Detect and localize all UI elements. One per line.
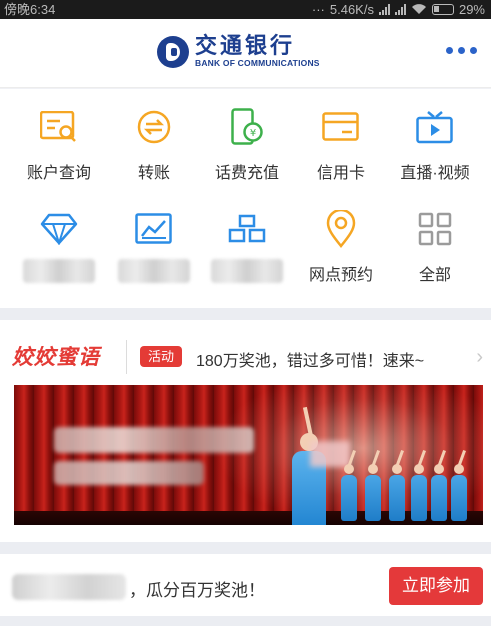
status-bar: 傍晚6:34 ··· 5.46K/s 29% [0,0,491,19]
svg-text:¥: ¥ [250,128,256,139]
more-dots-icon[interactable] [446,47,477,54]
grid-item-branch-booking[interactable]: 网点预约 [292,195,390,295]
activity-title: 姣姣蜜语 [12,346,100,369]
blurred-label [23,259,95,283]
location-pin-icon [321,209,361,249]
credit-card-icon [321,107,361,147]
blurred-label [118,259,190,283]
blurred-promo-text [12,574,126,600]
transfer-icon [134,107,174,147]
dancer [428,450,450,521]
promo-text: ，瓜分百万奖池！ [129,581,265,600]
grid-item-all[interactable]: 全部 [386,195,484,295]
signal-icon-2 [394,4,406,15]
live-video-icon [415,107,455,147]
activity-section: 姣姣蜜语 活动 180万奖池，错过多可惜！速来~ › [0,320,491,542]
grid-item-label: 全部 [418,267,451,284]
grid-item-transfer[interactable]: 转账 [105,93,203,193]
bank-logo-text: 交通银行 BANK OF COMMUNICATIONS [195,33,320,69]
grid-item-label: 账户查询 [26,165,91,182]
grid-item-label: 网点预约 [308,267,373,284]
gold-bars-icon [227,209,267,249]
wifi-icon [411,4,426,15]
lead-dancer [286,406,332,525]
battery-percent: 29% [458,2,485,17]
dancer [338,450,360,521]
activity-banner[interactable] [14,385,483,525]
dancer [408,450,430,521]
activity-headline[interactable]: 180万奖池，错过多可惜！速来~ [196,347,424,371]
diamond-icon [39,209,79,249]
grid-item-diamond[interactable] [10,195,108,295]
grid-item-label: 信用卡 [316,165,365,182]
all-grid-icon [415,209,455,249]
dots-indicator: ··· [311,2,325,17]
grid-item-label: 话费充值 [214,165,279,182]
grid-item-account-query[interactable]: 账户查询 [10,93,108,193]
blurred-banner-text [54,427,254,453]
blurred-label [211,259,283,283]
grid-item-label: 转账 [137,165,170,182]
header: 交通银行 BANK OF COMMUNICATIONS [0,19,491,88]
grid-item-phone-recharge[interactable]: ¥ 话费充值 [198,93,296,193]
join-now-button[interactable]: 立即参加 [389,567,483,605]
bank-logo-icon [157,35,189,68]
signal-icon [378,4,390,15]
blurred-banner-text-2 [54,461,204,485]
bank-logo: 交通银行 BANK OF COMMUNICATIONS [157,35,320,68]
status-time: 傍晚6:34 [4,2,56,17]
chart-icon [134,209,174,249]
network-speed: 5.46K/s [329,2,374,17]
section-divider [0,308,491,320]
dancer [448,450,470,521]
grid-item-chart[interactable] [105,195,203,295]
grid-item-live-video[interactable]: 直播·视频 [386,93,484,193]
grid-item-label: 直播·视频 [400,165,470,182]
chevron-right-icon[interactable]: › [476,347,483,367]
bank-name-en: BANK OF COMMUNICATIONS [195,58,320,68]
divider [126,340,127,374]
bottom-strip [0,616,491,626]
bank-name-cn: 交通银行 [195,33,296,59]
battery-icon [431,4,454,15]
account-query-icon [39,107,79,147]
activity-badge: 活动 [140,346,183,367]
grid-item-credit-card[interactable]: 信用卡 [292,93,390,193]
grid-item-gold-bars[interactable] [198,195,296,295]
dancer [362,450,384,521]
status-right: ··· 5.46K/s 29% [312,0,485,19]
phone-recharge-icon: ¥ [227,107,267,147]
dancer [386,450,408,521]
function-grid: 账户查询 转账 ¥ 话费充值 信用卡 直播·视频 网点预约 全部 [0,89,491,308]
promo-row: ，瓜分百万奖池！ 立即参加 [0,554,491,616]
section-divider [0,542,491,554]
